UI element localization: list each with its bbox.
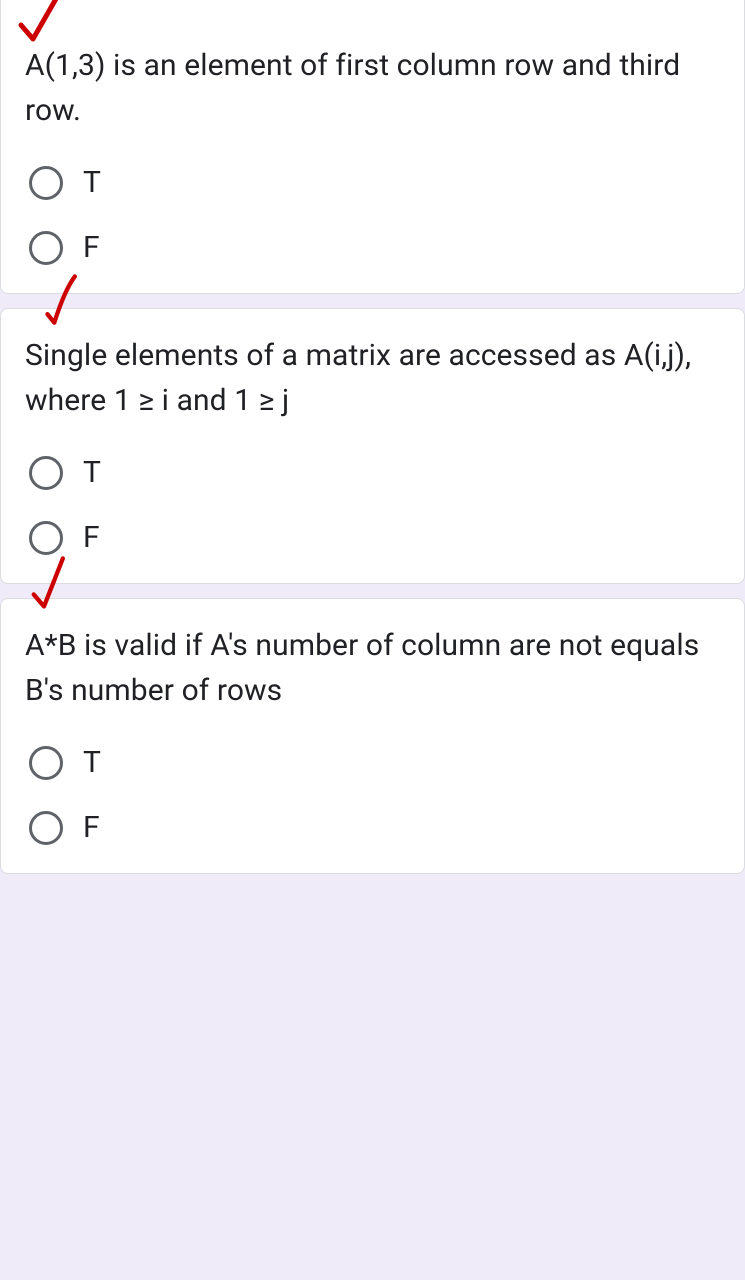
option-label: F — [83, 810, 100, 845]
option-f[interactable]: F — [29, 810, 720, 845]
question-text: A(1,3) is an element of first column row… — [25, 43, 720, 133]
option-f[interactable]: F — [29, 520, 720, 555]
question-text: A*B is valid if A's number of column are… — [25, 623, 720, 713]
question-text: Single elements of a matrix are accessed… — [25, 333, 720, 423]
option-label: F — [83, 520, 100, 555]
option-label: F — [83, 230, 100, 265]
radio-icon — [29, 521, 63, 555]
option-label: T — [83, 165, 101, 200]
radio-icon — [29, 456, 63, 490]
option-label: T — [83, 745, 101, 780]
option-label: T — [83, 455, 101, 490]
options-group: T F — [25, 161, 720, 265]
option-t[interactable]: T — [29, 165, 720, 200]
option-f[interactable]: F — [29, 230, 720, 265]
radio-icon — [29, 746, 63, 780]
options-group: T F — [25, 451, 720, 555]
radio-icon — [29, 811, 63, 845]
option-t[interactable]: T — [29, 745, 720, 780]
options-group: T F — [25, 741, 720, 845]
radio-icon — [29, 231, 63, 265]
radio-icon — [29, 166, 63, 200]
question-card: A(1,3) is an element of first column row… — [0, 0, 745, 294]
option-t[interactable]: T — [29, 455, 720, 490]
question-card: Single elements of a matrix are accessed… — [0, 308, 745, 584]
form-container: A(1,3) is an element of first column row… — [0, 0, 745, 874]
question-card: A*B is valid if A's number of column are… — [0, 598, 745, 874]
